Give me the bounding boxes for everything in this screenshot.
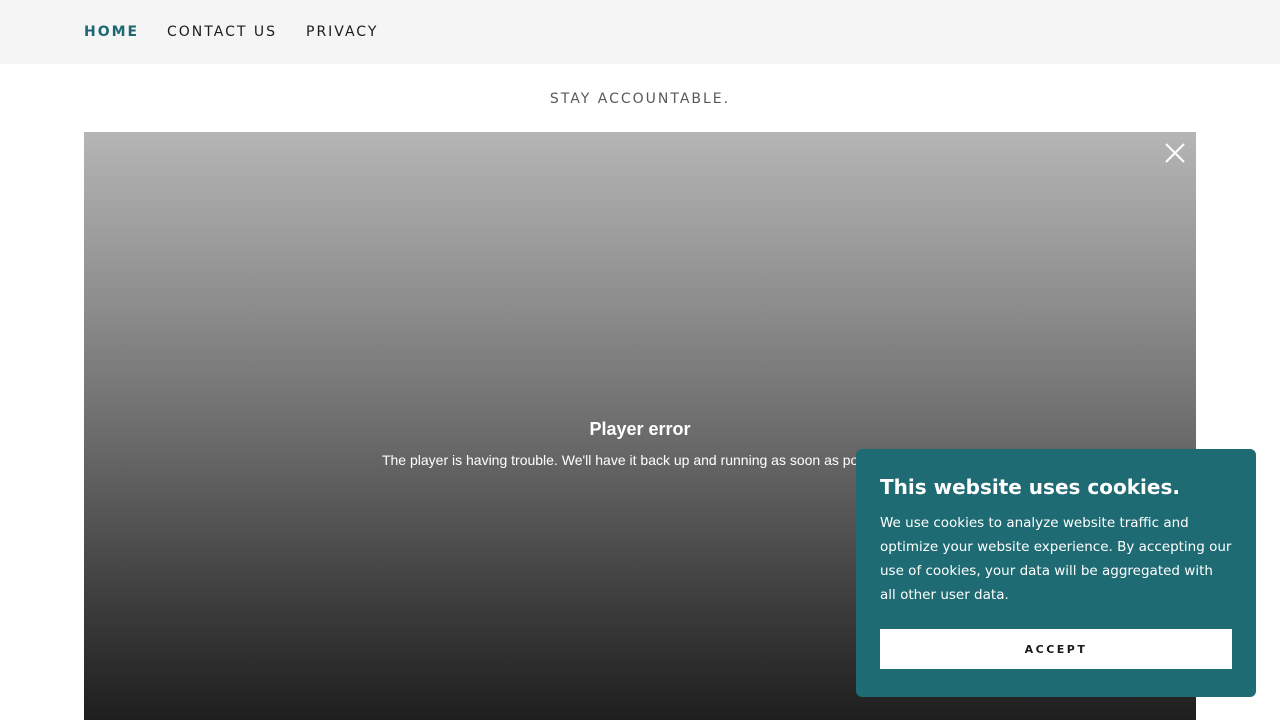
close-icon-glyph	[1165, 143, 1185, 163]
cookie-banner-title: This website uses cookies.	[880, 475, 1180, 499]
nav-item-privacy[interactable]: PRIVACY	[306, 23, 378, 41]
top-nav: HOME CONTACT US PRIVACY	[0, 0, 1280, 64]
cookie-banner-text: We use cookies to analyze website traffi…	[880, 515, 1232, 603]
hero-tagline: STAY ACCOUNTABLE.	[549, 91, 731, 107]
nav-item-contact-us[interactable]: CONTACT US	[167, 23, 277, 41]
nav-item-home[interactable]: HOME	[84, 23, 139, 41]
cookie-banner: This website uses cookies. We use cookie…	[856, 449, 1256, 697]
accept-button[interactable]: ACCEPT	[880, 629, 1232, 669]
player-error-title: Player error	[589, 419, 691, 439]
close-icon[interactable]	[1164, 142, 1186, 164]
